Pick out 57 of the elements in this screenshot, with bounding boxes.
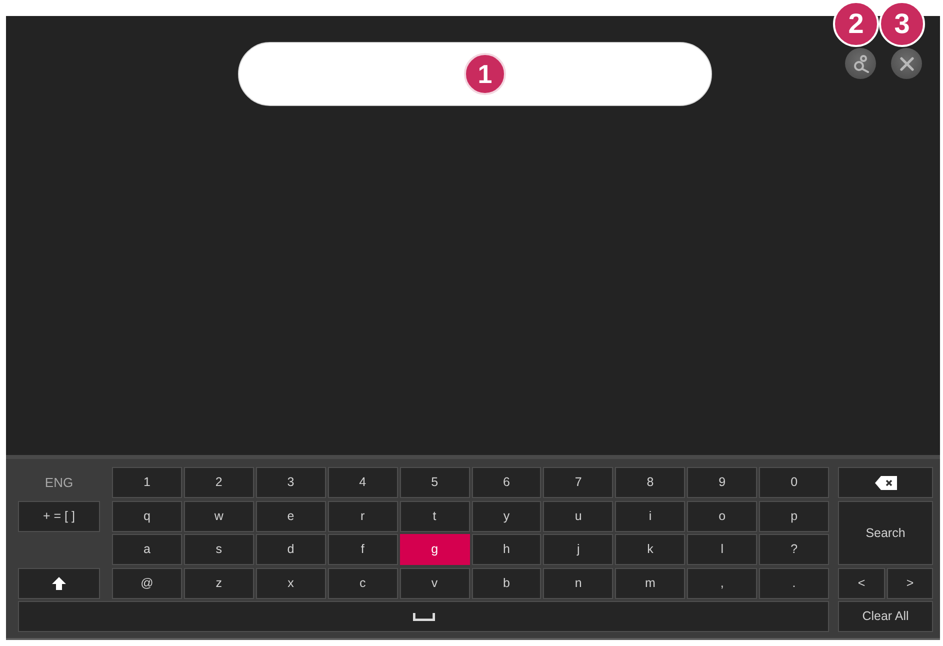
callout-marker: 3 xyxy=(879,1,925,47)
keyboard-key[interactable]: h xyxy=(472,534,542,565)
close-icon xyxy=(900,56,914,70)
keyboard-key[interactable]: . xyxy=(759,568,829,598)
keyboard-key[interactable]: 6 xyxy=(472,467,542,498)
backspace-icon xyxy=(874,476,896,490)
space-icon xyxy=(412,612,434,620)
keyboard-key[interactable]: ? xyxy=(759,534,829,565)
keyboard-key[interactable]: o xyxy=(687,500,758,532)
keyboard-key[interactable]: m xyxy=(615,568,686,598)
keyboard-key[interactable]: p xyxy=(759,500,829,532)
search-key[interactable]: Search xyxy=(838,500,933,565)
backspace-key[interactable] xyxy=(838,467,933,498)
keyboard-key[interactable]: k xyxy=(615,534,686,565)
keyboard-key[interactable]: y xyxy=(472,500,542,532)
keyboard-key[interactable]: x xyxy=(256,568,326,598)
keyboard-key[interactable]: b xyxy=(472,568,542,598)
keyboard-key[interactable]: , xyxy=(687,568,758,598)
keyboard-key[interactable]: r xyxy=(328,500,398,532)
keyboard-key[interactable]: f xyxy=(328,534,398,565)
keyboard-key[interactable]: 8 xyxy=(615,467,686,498)
search-icon xyxy=(852,54,868,72)
keyboard-key[interactable]: n xyxy=(543,568,614,598)
keyboard-key[interactable]: u xyxy=(543,500,614,532)
up-arrow-icon xyxy=(52,576,66,590)
keyboard-key[interactable]: 0 xyxy=(759,467,829,498)
language-label: ENG xyxy=(44,476,74,489)
cursor-left-key[interactable]: < xyxy=(838,568,885,598)
keyboard-key[interactable]: 3 xyxy=(256,467,326,498)
close-button[interactable] xyxy=(891,48,922,79)
search-button[interactable] xyxy=(845,48,876,79)
keyboard-key[interactable]: 2 xyxy=(184,467,254,498)
keyboard-key[interactable]: c xyxy=(328,568,398,598)
keyboard-key[interactable]: l xyxy=(687,534,758,565)
clear-all-key[interactable]: Clear All xyxy=(838,601,933,632)
keyboard-key[interactable]: t xyxy=(400,500,470,532)
keyboard-key[interactable]: e xyxy=(256,500,326,532)
keyboard-key[interactable]: 9 xyxy=(687,467,758,498)
keyboard-key[interactable]: a xyxy=(112,534,182,565)
shift-key[interactable] xyxy=(18,568,100,598)
keyboard-key[interactable]: 4 xyxy=(328,467,398,498)
keyboard-key[interactable]: @ xyxy=(112,568,182,598)
keyboard-key[interactable]: 5 xyxy=(400,467,470,498)
keyboard-key[interactable]: d xyxy=(256,534,326,565)
cursor-right-key[interactable]: > xyxy=(887,568,933,598)
keyboard-key[interactable]: s xyxy=(184,534,254,565)
keyboard-key[interactable]: w xyxy=(184,500,254,532)
callout-marker: 2 xyxy=(833,1,879,47)
keyboard-key[interactable]: g xyxy=(400,534,470,565)
keyboard-key[interactable]: z xyxy=(184,568,254,598)
keyboard-key[interactable]: i xyxy=(615,500,686,532)
keyboard-key[interactable]: 1 xyxy=(112,467,182,498)
keyboard-key[interactable]: 7 xyxy=(543,467,614,498)
symbols-key[interactable]: + = [ ] xyxy=(18,500,100,532)
keyboard-key[interactable]: q xyxy=(112,500,182,532)
keyboard-key[interactable]: v xyxy=(400,568,470,598)
keyboard-key[interactable]: j xyxy=(543,534,614,565)
